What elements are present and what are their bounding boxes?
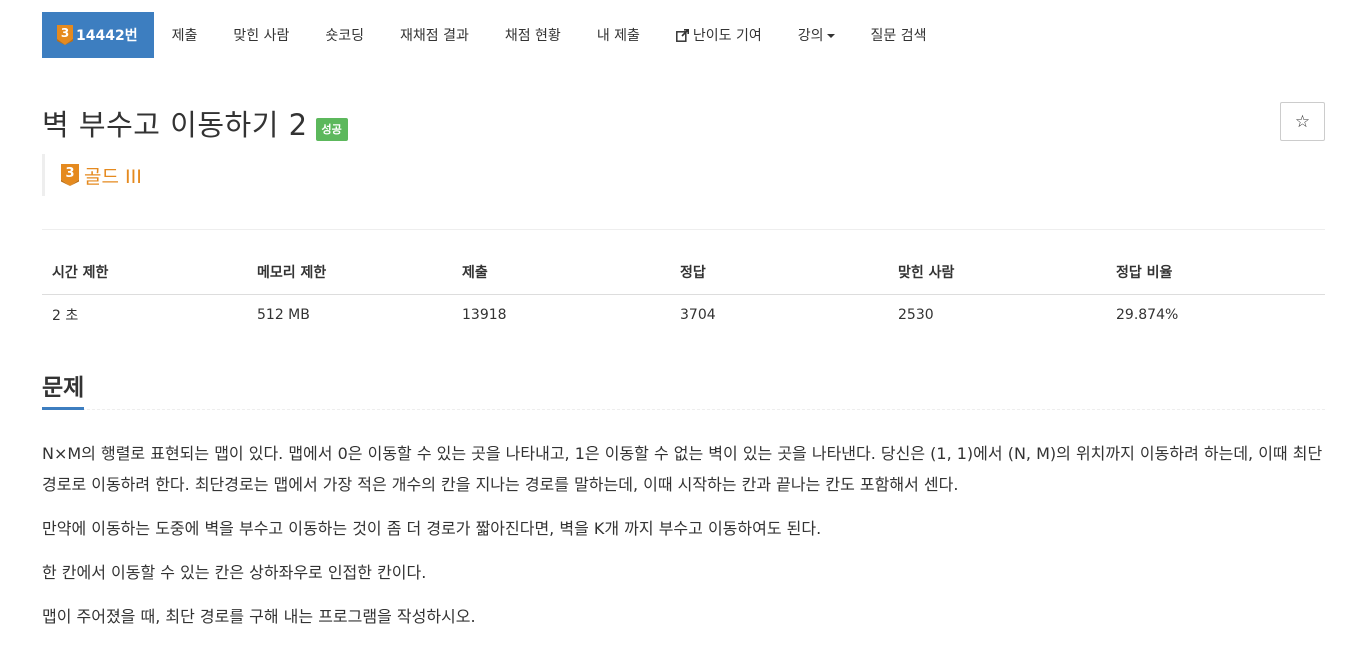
nav-difficulty-contribution-label: 난이도 기여 [692, 28, 762, 44]
description-paragraph: 맵이 주어졌을 때, 최단 경로를 구해 내는 프로그램을 작성하시오. [42, 607, 476, 626]
star-icon: ☆ [1294, 111, 1311, 131]
favorite-star-button[interactable]: ☆ [1280, 102, 1325, 141]
nav-question-search[interactable]: 질문 검색 [853, 12, 945, 58]
nav-judge-status-label: 채점 현황 [504, 28, 561, 44]
problem-tier: 3 골드 III [42, 154, 142, 196]
page-title: 벽 부수고 이동하기 2 [42, 108, 308, 142]
section-title: 문제 [42, 368, 85, 410]
table-cell: 29.874% [1116, 307, 1179, 323]
nav-difficulty-contribution[interactable]: 난이도 기여 [658, 12, 780, 58]
nav-solved-users[interactable]: 맞힌 사람 [215, 12, 307, 58]
nav-question-search-label: 질문 검색 [870, 28, 927, 44]
gold-tier-icon: 3 [57, 25, 73, 45]
description-paragraph: N×M의 행렬로 표현되는 맵이 있다. 맵에서 0은 이동할 수 있는 곳을 … [42, 444, 1323, 494]
caret-down-icon [826, 34, 835, 38]
nav-my-submissions[interactable]: 내 제출 [579, 12, 658, 58]
nav-lecture-dropdown[interactable]: 강의 [780, 12, 853, 58]
table-cell: 512 MB [257, 307, 310, 323]
problem-section-header: 문제 [42, 368, 1325, 410]
nav-short-coding[interactable]: 숏코딩 [307, 12, 382, 58]
table-header-row: 시간 제한 메모리 제한 제출 정답 맞힌 사람 정답 비율 [42, 250, 1325, 295]
nav-submit-label: 제출 [171, 28, 198, 44]
tier-name[interactable]: 골드 III [84, 162, 142, 189]
nav-solved-users-label: 맞힌 사람 [233, 28, 290, 44]
table-cell: 3704 [680, 307, 716, 323]
table-row: 2 초 512 MB 13918 3704 2530 29.874% [42, 295, 1325, 336]
nav-rejudge-results[interactable]: 재채점 결과 [382, 12, 487, 58]
divider [42, 229, 1325, 230]
title-row: 벽 부수고 이동하기 2 성공 [42, 102, 348, 144]
gold-tier-icon: 3 [61, 164, 79, 186]
nav-judge-status[interactable]: 채점 현황 [487, 12, 579, 58]
nav-short-coding-label: 숏코딩 [325, 28, 364, 44]
table-header: 정답 [670, 250, 888, 295]
problem-info-table: 시간 제한 메모리 제한 제출 정답 맞힌 사람 정답 비율 2 초 512 M… [42, 250, 1325, 335]
problem-description: N×M의 행렬로 표현되는 맵이 있다. 맵에서 0은 이동할 수 있는 곳을 … [42, 438, 1332, 645]
nav-rejudge-results-label: 재채점 결과 [399, 28, 469, 44]
nav-submit[interactable]: 제출 [154, 12, 216, 58]
description-paragraph: 한 칸에서 이동할 수 있는 칸은 상하좌우로 인접한 칸이다. [42, 563, 427, 582]
table-header: 정답 비율 [1106, 250, 1325, 295]
nav-lecture-label: 강의 [797, 28, 824, 44]
description-paragraph: 만약에 이동하는 도중에 벽을 부수고 이동하는 것이 좀 더 경로가 짧아진다… [42, 519, 822, 538]
table-header: 제출 [452, 250, 670, 295]
external-link-icon [675, 28, 689, 42]
table-cell: 2 초 [52, 308, 79, 324]
table-cell: 2530 [898, 307, 934, 323]
nav-my-submissions-label: 내 제출 [596, 28, 640, 44]
table-header: 시간 제한 [42, 250, 247, 295]
table-header: 맞힌 사람 [888, 250, 1106, 295]
problem-id-label: 14442번 [76, 28, 138, 44]
problem-nav: 3 14442번 제출 맞힌 사람 숏코딩 재채점 결과 채점 현황 내 제출 … [42, 12, 945, 58]
table-cell: 13918 [462, 307, 507, 323]
nav-problem-id[interactable]: 3 14442번 [42, 12, 154, 58]
status-badge: 성공 [315, 117, 348, 141]
table-header: 메모리 제한 [247, 250, 452, 295]
